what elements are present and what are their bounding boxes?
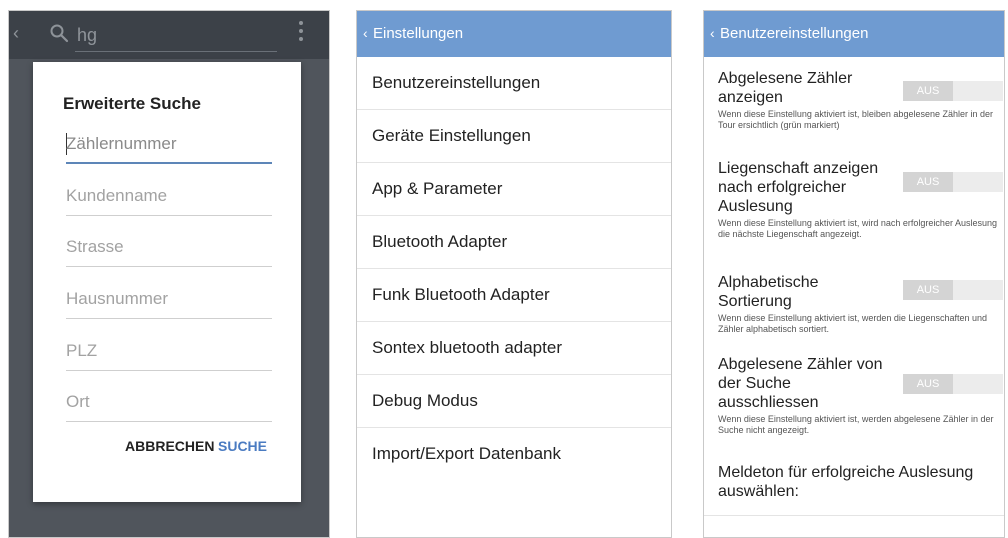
- menu-item-radio-bluetooth-adapter[interactable]: Funk Bluetooth Adapter: [357, 269, 671, 322]
- setting-description: Wenn diese Einstellung aktiviert ist, bl…: [718, 109, 993, 130]
- back-chevron-icon[interactable]: ‹: [363, 25, 368, 41]
- advanced-search-dialog: Erweiterte Suche Zählernummer Kundenname…: [33, 62, 301, 502]
- setting-alphabetical-sort: Alphabetische Sortierung Wenn diese Eins…: [718, 273, 1004, 335]
- menu-item-app-parameters[interactable]: App & Parameter: [357, 163, 671, 216]
- menu-item-sontex-bluetooth-adapter[interactable]: Sontex bluetooth adapter: [357, 322, 671, 375]
- settings-screen: ‹ Einstellungen Benutzereinstellungen Ge…: [356, 10, 672, 538]
- menu-item-import-export-database[interactable]: Import/Export Datenbank: [357, 428, 671, 480]
- settings-menu: Benutzereinstellungen Geräte Einstellung…: [357, 57, 671, 480]
- setting-select-success-tone[interactable]: Meldeton für erfolgreiche Auslesung ausw…: [718, 463, 1003, 501]
- customer-name-placeholder: Kundenname: [66, 186, 168, 205]
- toggle-state: AUS: [903, 280, 953, 300]
- menu-item-bluetooth-adapter[interactable]: Bluetooth Adapter: [357, 216, 671, 269]
- menu-item-user-settings[interactable]: Benutzereinstellungen: [357, 57, 671, 110]
- search-query-text[interactable]: hg: [77, 25, 97, 46]
- setting-description: Wenn diese Einstellung aktiviert ist, wi…: [718, 218, 997, 239]
- settings-title: Einstellungen: [373, 25, 464, 42]
- back-chevron-icon[interactable]: ‹: [13, 23, 19, 44]
- city-field[interactable]: Ort: [66, 386, 272, 422]
- back-chevron-icon[interactable]: ‹: [710, 25, 715, 41]
- street-placeholder: Strasse: [66, 237, 124, 256]
- setting-description: Wenn diese Einstellung aktiviert ist, we…: [718, 414, 994, 435]
- setting-title: Alphabetische Sortierung: [718, 274, 819, 310]
- house-number-field[interactable]: Hausnummer: [66, 283, 272, 319]
- setting-exclude-read-meters: Abgelesene Zähler von der Suche ausschli…: [718, 355, 1004, 436]
- toggle-switch[interactable]: AUS: [903, 280, 1003, 300]
- menu-item-device-settings[interactable]: Geräte Einstellungen: [357, 110, 671, 163]
- toggle-switch[interactable]: AUS: [903, 374, 1003, 394]
- dialog-title: Erweiterte Suche: [63, 94, 201, 113]
- overflow-menu-icon[interactable]: [299, 21, 305, 43]
- setting-show-property-after-reading: Liegenschaft anzeigen nach erfolgreicher…: [718, 159, 1004, 240]
- postal-code-placeholder: PLZ: [66, 341, 98, 360]
- cancel-button[interactable]: ABBRECHEN: [125, 438, 214, 454]
- postal-code-field[interactable]: PLZ: [66, 335, 272, 371]
- setting-title: Liegenschaft anzeigen nach erfolgreicher…: [718, 160, 879, 215]
- user-settings-actionbar[interactable]: ‹ Benutzereinstellungen: [704, 11, 1004, 57]
- user-settings-screen: ‹ Benutzereinstellungen Abgelesene Zähle…: [703, 10, 1005, 538]
- search-toolbar: ‹ hg: [9, 11, 329, 59]
- city-placeholder: Ort: [66, 392, 90, 411]
- search-icon[interactable]: [49, 23, 69, 43]
- toggle-state: AUS: [903, 374, 953, 394]
- customer-name-field[interactable]: Kundenname: [66, 180, 272, 216]
- search-button[interactable]: SUCHE: [218, 438, 267, 454]
- toggle-state: AUS: [903, 81, 953, 101]
- divider: [704, 515, 1004, 516]
- search-screen: ‹ hg Erweiterte Suche Zählernummer Kunde…: [8, 10, 330, 538]
- setting-description: Wenn diese Einstellung aktiviert ist, we…: [718, 313, 987, 334]
- toggle-switch[interactable]: AUS: [903, 172, 1003, 192]
- user-settings-title: Benutzereinstellungen: [720, 25, 869, 42]
- setting-title: Abgelesene Zähler von der Suche ausschli…: [718, 356, 883, 411]
- toggle-switch[interactable]: AUS: [903, 81, 1003, 101]
- meter-number-placeholder: Zählernummer: [66, 134, 177, 153]
- house-number-placeholder: Hausnummer: [66, 289, 169, 308]
- setting-title: Abgelesene Zähler anzeigen: [718, 70, 853, 106]
- settings-actionbar[interactable]: ‹ Einstellungen: [357, 11, 671, 57]
- setting-show-read-meters: Abgelesene Zähler anzeigen Wenn diese Ei…: [718, 69, 1004, 131]
- search-underline: [75, 51, 277, 52]
- toggle-state: AUS: [903, 172, 953, 192]
- meter-number-field[interactable]: Zählernummer: [66, 128, 272, 164]
- menu-item-debug-mode[interactable]: Debug Modus: [357, 375, 671, 428]
- street-field[interactable]: Strasse: [66, 231, 272, 267]
